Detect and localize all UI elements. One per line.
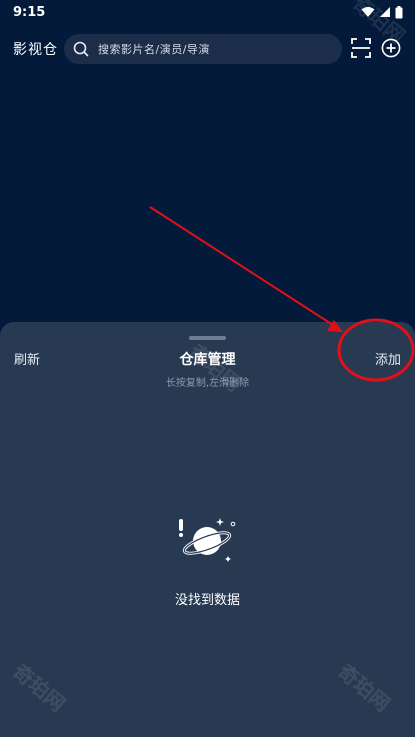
scan-icon[interactable] — [351, 38, 371, 58]
search-input[interactable]: 搜索影片名/演员/导演 — [64, 34, 342, 64]
status-time: 9:15 — [13, 4, 46, 20]
top-bar: 影视仓 搜索影片名/演员/导演 — [0, 32, 415, 64]
app-title: 影视仓 — [13, 42, 58, 58]
search-icon — [73, 41, 89, 57]
planet-icon — [179, 518, 236, 562]
search-placeholder: 搜索影片名/演员/导演 — [98, 43, 210, 56]
drag-handle[interactable] — [189, 336, 226, 340]
annotation-arrow — [149, 206, 334, 326]
empty-state-text: 没找到数据 — [174, 593, 240, 608]
add-button[interactable]: 添加 — [375, 349, 401, 368]
